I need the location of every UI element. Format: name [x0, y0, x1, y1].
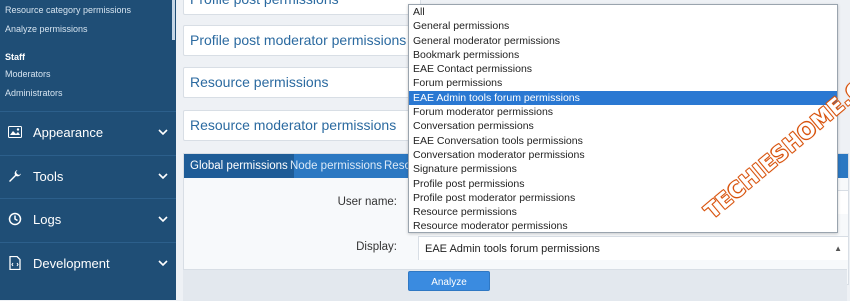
profile-post-permissions-box[interactable]: Profile post permissions [183, 0, 421, 15]
logs-icon [7, 211, 23, 227]
display-select[interactable]: EAE Admin tools forum permissions ▲▼ [418, 236, 848, 277]
display-dropdown-list[interactable]: All General permissions General moderator … [408, 4, 838, 233]
sidebar-item-appearance[interactable]: Appearance [0, 111, 176, 152]
dropdown-option[interactable]: Resource moderator permissions [409, 219, 837, 233]
dropdown-option[interactable]: EAE Contact permissions [409, 62, 837, 76]
sidebar-scrollbar[interactable] [172, 0, 175, 40]
chevron-down-icon [158, 259, 168, 267]
sidebar-item-resource-category-permissions[interactable]: Resource category permissions [5, 5, 131, 15]
profile-post-moderator-permissions-box[interactable]: Profile post moderator permissions [183, 25, 421, 56]
analyze-button[interactable]: Analyze [408, 271, 490, 291]
sidebar: Resource category permissions Analyze pe… [0, 0, 176, 300]
sidebar-item-label: Logs [33, 211, 62, 227]
sidebar-item-label: Development [33, 255, 110, 271]
chevron-down-icon [158, 215, 168, 223]
dropdown-option[interactable]: General permissions [409, 19, 837, 33]
dropdown-option[interactable]: Profile post moderator permissions [409, 191, 837, 205]
display-label: Display: [356, 241, 397, 253]
dropdown-option[interactable]: Resource permissions [409, 205, 837, 219]
sidebar-item-label: Tools [33, 168, 64, 184]
sidebar-item-tools[interactable]: Tools [0, 155, 176, 196]
chevron-down-icon [158, 128, 168, 136]
sidebar-item-administrators[interactable]: Administrators [5, 88, 63, 98]
dropdown-option[interactable]: Profile post permissions [409, 177, 837, 191]
appearance-icon [7, 124, 23, 140]
tab-global-permissions[interactable]: Global permissions [184, 154, 294, 178]
development-icon [7, 255, 23, 271]
sidebar-item-analyze-permissions[interactable]: Analyze permissions [5, 24, 88, 34]
dropdown-option[interactable]: Forum permissions [409, 76, 837, 90]
sidebar-item-development[interactable]: Development [0, 242, 176, 283]
tab-node-permissions[interactable]: Node permissions [284, 154, 388, 178]
resource-permissions-box[interactable]: Resource permissions [183, 67, 421, 98]
sidebar-item-label: Appearance [33, 124, 104, 140]
sidebar-item-moderators[interactable]: Moderators [5, 69, 51, 79]
user-name-label: User name: [337, 196, 397, 208]
wrench-icon [7, 168, 23, 184]
dropdown-option[interactable]: EAE Admin tools forum permissions [409, 90, 837, 106]
dropdown-option[interactable]: Conversation permissions [409, 119, 837, 133]
dropdown-option[interactable]: Bookmark permissions [409, 48, 837, 62]
form-footer [183, 269, 847, 301]
sidebar-section-staff: Staff [5, 52, 25, 62]
sidebar-item-logs[interactable]: Logs [0, 198, 176, 239]
chevron-down-icon [158, 172, 168, 180]
display-select-value: EAE Admin tools forum permissions [425, 243, 600, 255]
dropdown-option[interactable]: General moderator permissions [409, 34, 837, 48]
dropdown-option[interactable]: All [409, 5, 837, 19]
resource-moderator-permissions-box[interactable]: Resource moderator permissions [183, 110, 421, 141]
dropdown-option[interactable]: Forum moderator permissions [409, 105, 837, 119]
